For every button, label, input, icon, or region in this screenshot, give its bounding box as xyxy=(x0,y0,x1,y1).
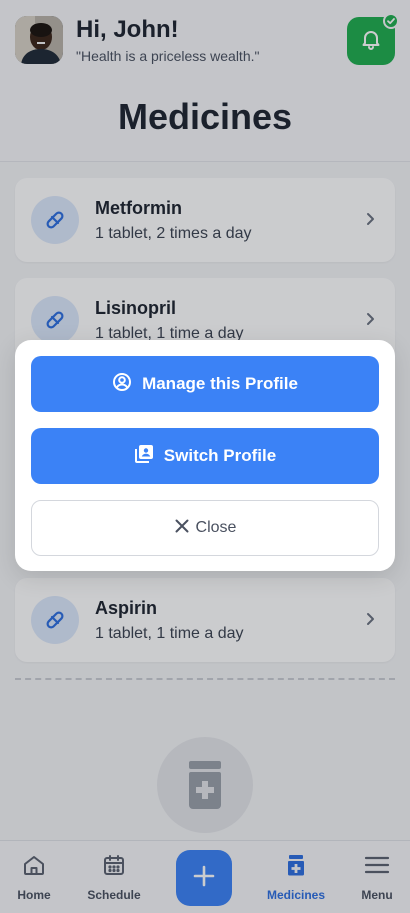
switch-profile-label: Switch Profile xyxy=(163,446,277,465)
close-label: Close xyxy=(195,519,237,536)
manage-profile-label: Manage this Profile xyxy=(142,374,298,393)
profile-options-modal: Manage this Profile Switch Profile Close xyxy=(15,340,395,571)
switch-profile-button[interactable]: Switch Profile xyxy=(31,428,379,484)
manage-profile-button[interactable]: Manage this Profile xyxy=(31,356,379,412)
user-circle-icon xyxy=(112,372,132,397)
close-button[interactable]: Close xyxy=(31,500,379,556)
switch-profile-icon xyxy=(134,444,154,469)
close-icon xyxy=(174,518,190,539)
